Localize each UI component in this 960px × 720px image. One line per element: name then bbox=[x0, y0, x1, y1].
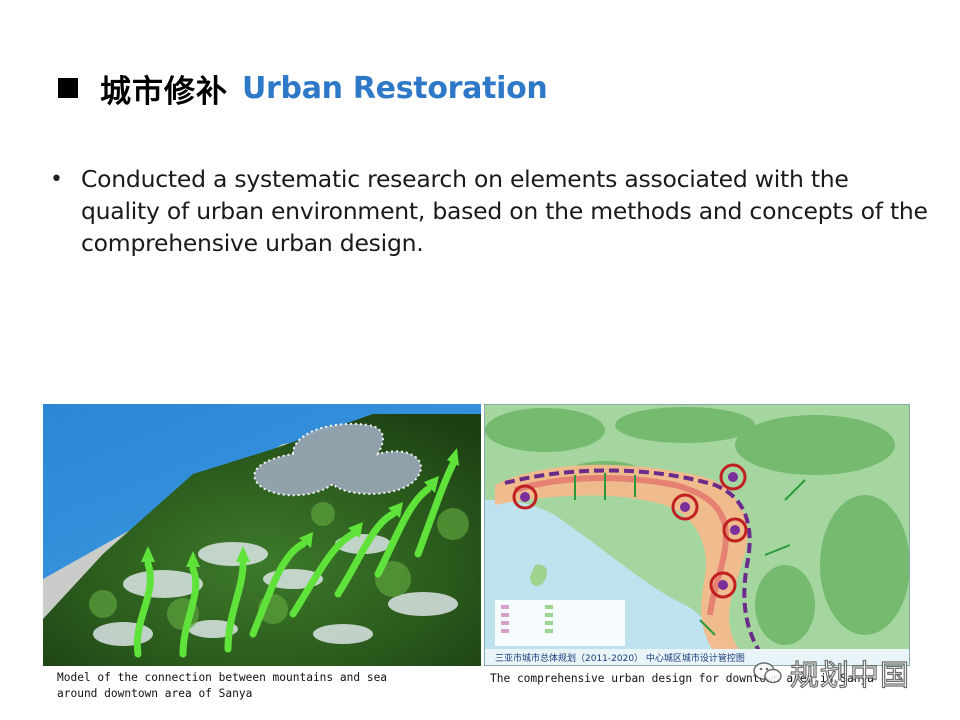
title-english: Urban Restoration bbox=[242, 70, 548, 106]
slide-title: 城市修补 Urban Restoration bbox=[58, 66, 548, 110]
watermark: 规划中国 bbox=[752, 652, 910, 694]
model-caption: Model of the connection between mountain… bbox=[57, 671, 388, 700]
title-chinese: 城市修补 bbox=[100, 73, 228, 110]
watermark-text: 规划中国 bbox=[789, 657, 911, 692]
chat-bubble-icon bbox=[753, 662, 782, 684]
planning-map: 三亚市城市总体规划（2011-2020） 中心城区城市设计管控图 bbox=[484, 404, 910, 666]
bullet-dot-icon: • bbox=[50, 167, 63, 192]
bullet-item: • Conducted a systematic research on ele… bbox=[50, 163, 930, 259]
map-title: 三亚市城市总体规划（2011-2020） 中心城区城市设计管控图 bbox=[495, 652, 745, 664]
bullet-text: Conducted a systematic research on eleme… bbox=[81, 165, 928, 257]
model-photo bbox=[43, 404, 481, 666]
title-square-marker bbox=[58, 78, 78, 98]
